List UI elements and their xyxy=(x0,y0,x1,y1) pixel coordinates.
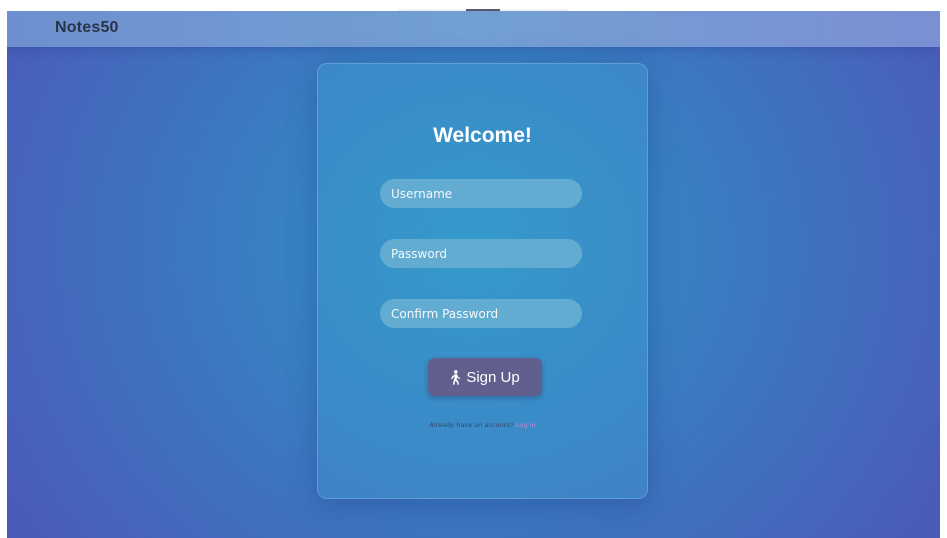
page-title: Welcome! xyxy=(433,124,532,147)
signup-card: Welcome! Sign Up Already have an account… xyxy=(317,63,648,499)
brand-link[interactable]: Notes50 xyxy=(55,19,119,37)
navbar: Notes50 xyxy=(7,11,940,47)
walking-person-icon xyxy=(450,369,461,385)
login-prompt-text: Already have an account? xyxy=(429,421,514,429)
sign-up-label: Sign Up xyxy=(466,368,520,386)
confirm-password-input[interactable] xyxy=(380,299,582,328)
page-viewport: Notes50 Welcome! Sign Up Already have an… xyxy=(7,11,940,538)
password-input[interactable] xyxy=(380,239,582,268)
login-link[interactable]: Log in xyxy=(516,421,536,429)
username-input[interactable] xyxy=(380,179,582,208)
sign-up-button[interactable]: Sign Up xyxy=(428,358,542,396)
login-prompt: Already have an account? Log in xyxy=(318,421,647,429)
